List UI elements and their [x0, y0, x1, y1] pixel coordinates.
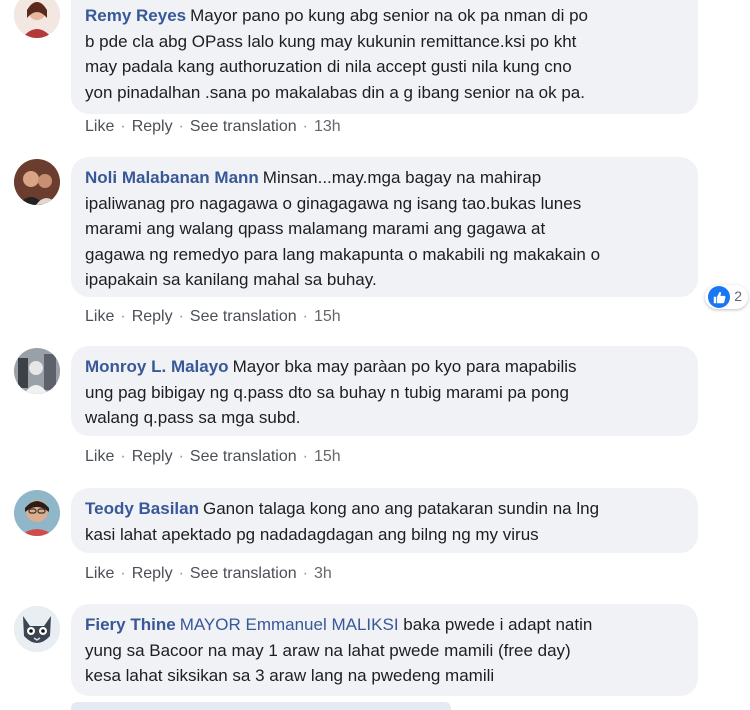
comment-text-line: ipapakain sa kanilang mahal sa buhay. — [85, 270, 377, 289]
comment-author[interactable]: Remy Reyes — [85, 6, 186, 25]
comment-author[interactable]: Monroy L. Malayo — [85, 357, 229, 376]
comment-bubble: Remy Reyes Mayor pano po kung abg senior … — [71, 0, 698, 114]
comment-bubble: Fiery Thine MAYOR Emmanuel MALIKSI baka p… — [71, 604, 698, 696]
separator: · — [120, 118, 126, 135]
comment-text-line: ipaliwanag pro nagagawa o ginagagawa ng … — [85, 193, 582, 213]
avatar[interactable] — [14, 606, 60, 652]
see-translation-link[interactable]: See translation — [190, 448, 297, 465]
comment-author[interactable]: Fiery Thine — [85, 615, 176, 634]
comment-text-line: baka pwede i adapt natin — [403, 615, 593, 634]
separator: · — [120, 308, 126, 325]
like-link[interactable]: Like — [85, 565, 114, 582]
like-link[interactable]: Like — [85, 448, 114, 465]
comment-timestamp[interactable]: 13h — [314, 118, 341, 135]
comment-actions: Like · Reply · See translation · 3h — [85, 564, 332, 584]
separator: · — [178, 448, 184, 465]
comment-text-line: kasi lahat apektado pg nadadagdagan ang … — [85, 524, 539, 544]
separator: · — [302, 118, 308, 135]
reply-link[interactable]: Reply — [132, 448, 173, 465]
reply-link[interactable]: Reply — [132, 308, 173, 325]
comment-author[interactable]: Noli Malabanan Mann — [85, 168, 259, 187]
comment-text-line: Ganon talaga kong ano ang patakaran sund… — [203, 499, 600, 518]
comment-text-line: Mayor bka may paràan po kyo para mapabil… — [232, 357, 577, 376]
comment-actions: Like · Reply · See translation · 15h — [85, 307, 341, 327]
comment-text-line: yon pinadalhan .sana po makalabas din a … — [85, 82, 585, 102]
comment-actions: Like · Reply · See translation · 15h — [85, 447, 341, 467]
comment-bubble: Monroy L. Malayo Mayor bka may paràan po … — [71, 346, 698, 436]
see-translation-link[interactable]: See translation — [190, 118, 297, 135]
comment-text-line: b pde cla abg OPass lalo kung may kukuni… — [85, 31, 577, 51]
reply-link[interactable]: Reply — [132, 118, 173, 135]
comment-text-line: gagawa ng remedyo para lang makapunta o … — [85, 244, 601, 264]
comment-bubble: Teody Basilan Ganon talaga kong ano ang p… — [71, 488, 698, 553]
reaction-count: 2 — [734, 288, 742, 305]
comment-text-line: may padala kang authoruzation di nila ac… — [85, 57, 572, 76]
avatar[interactable] — [14, 159, 60, 205]
comment-text-line: Minsan...may.mga bagay na mahirap — [262, 168, 542, 187]
comment-timestamp[interactable]: 15h — [314, 448, 341, 465]
like-link[interactable]: Like — [85, 118, 114, 135]
see-translation-link[interactable]: See translation — [190, 308, 297, 325]
next-comment-edge — [71, 702, 451, 710]
reply-link[interactable]: Reply — [132, 565, 173, 582]
separator: · — [178, 118, 184, 135]
comment-text-line: marami ang walang qpass malamang marami … — [85, 219, 546, 238]
separator: · — [302, 565, 308, 582]
like-link[interactable]: Like — [85, 308, 114, 325]
separator: · — [178, 565, 184, 582]
comment-author[interactable]: Teody Basilan — [85, 499, 199, 518]
avatar[interactable] — [14, 490, 60, 536]
comment-timestamp[interactable]: 3h — [314, 565, 332, 582]
separator: · — [302, 448, 308, 465]
comment-bubble: Noli Malabanan Mann Minsan...may.mga baga… — [71, 157, 748, 309]
separator: · — [120, 448, 126, 465]
comment-text-line: yung sa Bacoor na may 1 araw na lahat pw… — [85, 640, 571, 660]
separator: · — [178, 308, 184, 325]
comment-timestamp[interactable]: 15h — [314, 308, 341, 325]
comment-text-line: Mayor pano po kung abg senior na ok pa n… — [190, 6, 589, 25]
see-translation-link[interactable]: See translation — [190, 565, 297, 582]
comment-actions: Like · Reply · See translation · 13h — [85, 117, 341, 137]
reaction-badge[interactable]: 2 — [705, 285, 748, 309]
mention-link[interactable]: MAYOR Emmanuel MALIKSI — [180, 615, 399, 634]
avatar[interactable] — [14, 0, 60, 38]
avatar[interactable] — [14, 348, 60, 394]
comment-text-line: kesa lahat siksikan sa 3 araw lang na pw… — [85, 666, 495, 685]
like-reaction-icon — [708, 286, 731, 308]
comment-text-line: ung pag bibigay ng q.pass dto sa buhay n… — [85, 382, 569, 402]
comment-text-line: walang q.pass sa mga subd. — [85, 408, 301, 427]
separator: · — [302, 308, 308, 325]
separator: · — [120, 565, 126, 582]
